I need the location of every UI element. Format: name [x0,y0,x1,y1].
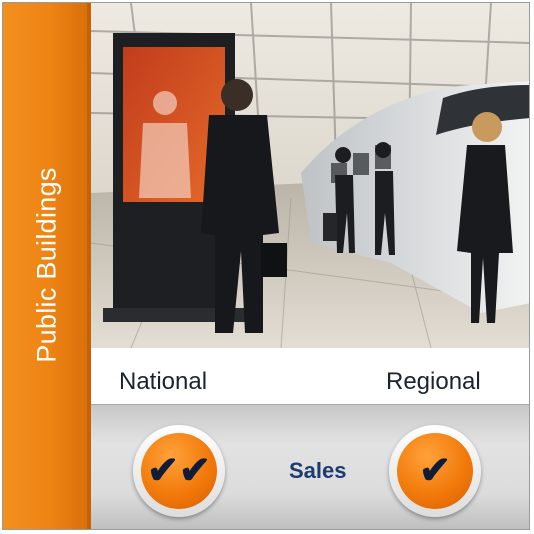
check-icon: ✔ [397,433,473,509]
public-buildings-card: Public Buildings National Regional ✔✔ Sa… [2,2,530,530]
double-check-icon: ✔✔ [141,433,217,509]
national-column-label: National [119,368,208,395]
national-sales-badge: ✔✔ [133,425,225,517]
sales-row: ✔✔ Sales ✔ [91,404,529,529]
regional-sales-badge: ✔ [389,425,481,517]
regional-column-label: Regional [386,368,481,395]
station-scene-illustration [91,3,529,348]
coverage-labels-row: National Regional [91,348,529,404]
train-station-photo [91,3,529,348]
sales-label: Sales [289,458,347,483]
category-label: Public Buildings [31,167,62,363]
category-side-tab: Public Buildings [3,3,91,529]
